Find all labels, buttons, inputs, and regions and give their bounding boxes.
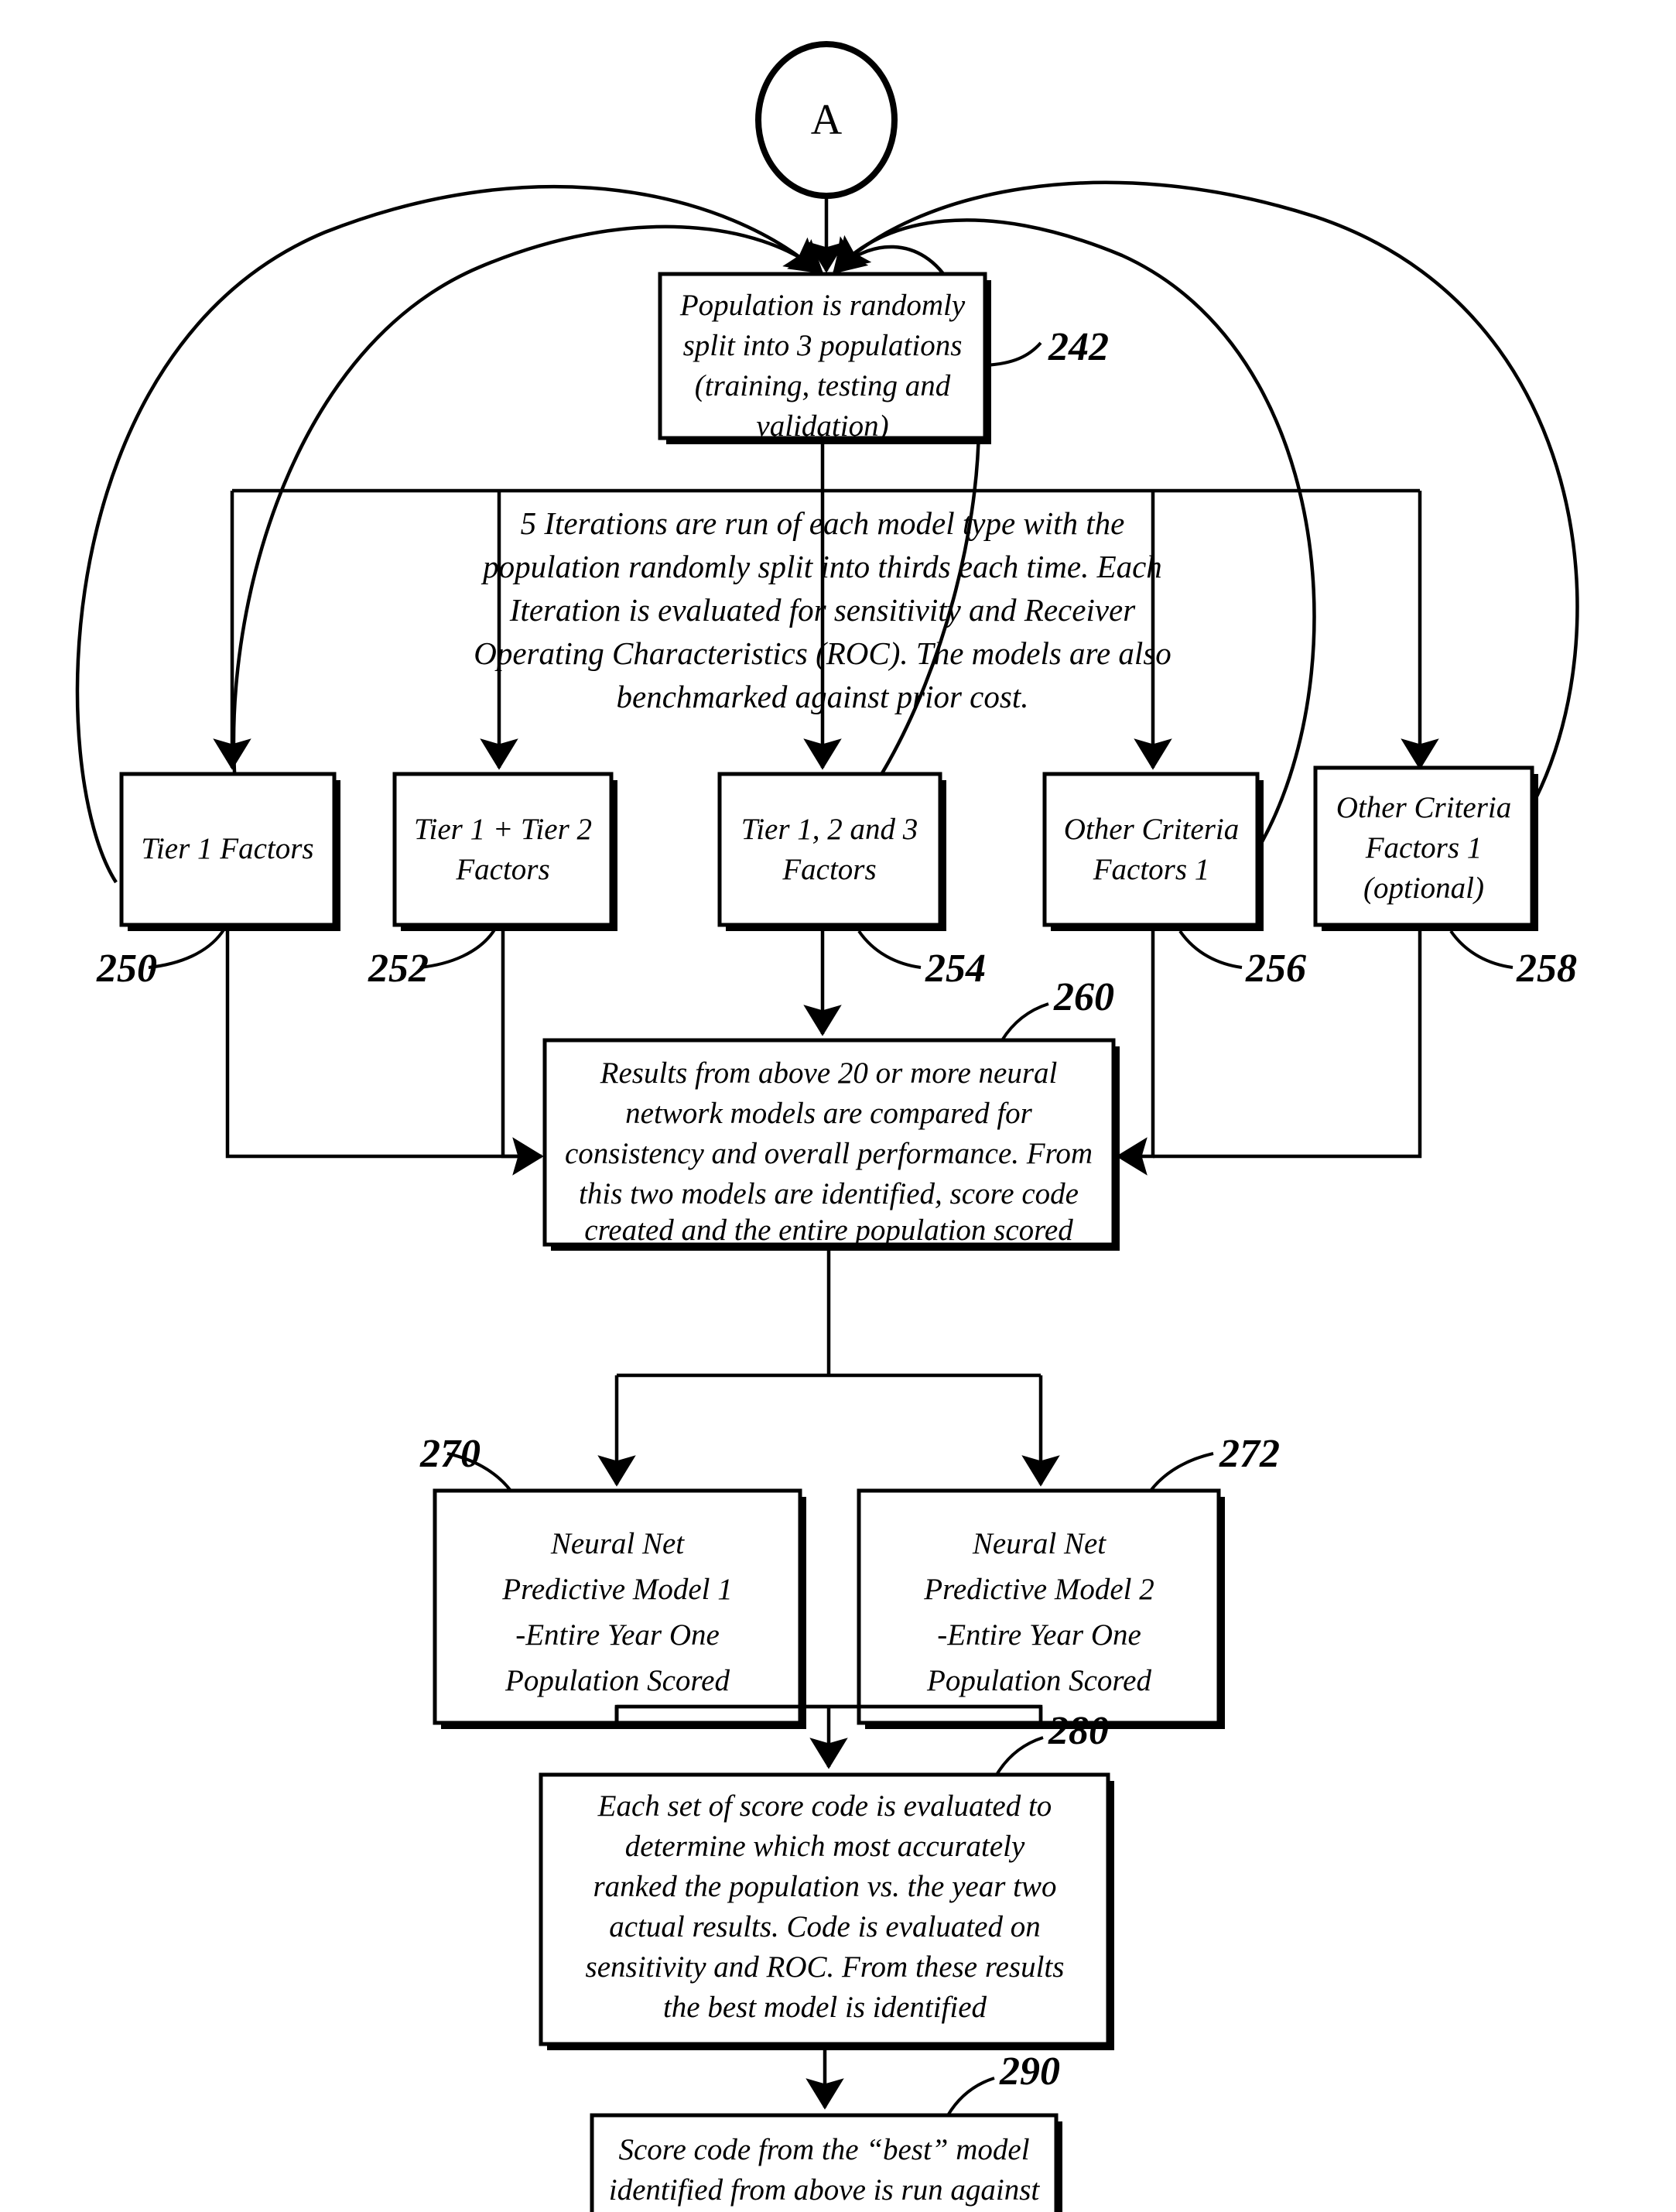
node-260-leader bbox=[1000, 1002, 1049, 1042]
node-270-line-2: -Entire Year One bbox=[515, 1618, 720, 1652]
connector-label: A bbox=[811, 96, 843, 144]
flowchart-diagram: A Population is randomly split into 3 po… bbox=[75, 41, 1579, 2212]
node-242: Population is randomly split into 3 popu… bbox=[658, 272, 1109, 444]
node-280-line-2: ranked the population vs. the year two bbox=[593, 1870, 1057, 1903]
iterations-note-line-3: Operating Characteristics (ROC). The mod… bbox=[474, 635, 1171, 671]
iterations-note-line-0: 5 Iterations are run of each model type … bbox=[521, 505, 1125, 541]
node-272-line-2: -Entire Year One bbox=[937, 1618, 1141, 1652]
node-250-line-0: Tier 1 Factors bbox=[141, 832, 313, 865]
node-258-refnum: 258 bbox=[1516, 947, 1577, 991]
node-280-refnum: 280 bbox=[1048, 1709, 1109, 1753]
node-280-line-3: actual results. Code is evaluated on bbox=[609, 1910, 1040, 1943]
node-258-leader bbox=[1449, 930, 1514, 969]
route-252-to-260 bbox=[501, 925, 542, 1159]
node-260-line-0: Results from above 20 or more neural bbox=[600, 1056, 1058, 1090]
iterations-note-line-1: population randomly split into thirds ea… bbox=[481, 549, 1162, 584]
node-270-refnum: 270 bbox=[419, 1432, 481, 1476]
iterations-note-line-2: Iteration is evaluated for sensitivity a… bbox=[509, 592, 1136, 628]
node-270-line-3: Population Scored bbox=[505, 1664, 730, 1697]
node-242-refnum: 242 bbox=[1048, 325, 1109, 369]
node-280-line-5: the best model is identified bbox=[663, 1991, 987, 2024]
node-242-leader bbox=[984, 341, 1042, 367]
node-256-refnum: 256 bbox=[1245, 947, 1306, 991]
node-256: Other Criteria Factors 1 256 bbox=[1042, 772, 1306, 991]
node-290-leader bbox=[946, 2077, 995, 2117]
node-256-leader bbox=[1178, 930, 1243, 969]
node-254: Tier 1, 2 and 3 Factors 254 bbox=[717, 772, 986, 991]
node-252-box bbox=[392, 772, 614, 927]
node-250: Tier 1 Factors 250 bbox=[96, 772, 340, 991]
node-252-refnum: 252 bbox=[368, 947, 429, 991]
iterations-note: 5 Iterations are run of each model type … bbox=[474, 505, 1171, 714]
node-272-line-0: Neural Net bbox=[972, 1527, 1107, 1560]
node-260-line-4: created and the entire population scored bbox=[584, 1214, 1073, 1247]
node-280-line-4: sensitivity and ROC. From these results bbox=[586, 1950, 1065, 1984]
node-258-line-1: Factors 1 bbox=[1365, 831, 1483, 865]
connector-a: A bbox=[755, 41, 898, 273]
node-290-refnum: 290 bbox=[999, 2049, 1060, 2094]
node-254-refnum: 254 bbox=[925, 947, 986, 991]
node-242-line-0: Population is randomly bbox=[679, 289, 966, 322]
node-254-line-1: Factors bbox=[782, 853, 876, 886]
node-270-line-1: Predictive Model 1 bbox=[501, 1573, 732, 1606]
node-260-line-3: this two models are identified, score co… bbox=[579, 1177, 1079, 1210]
node-242-line-1: split into 3 populations bbox=[683, 329, 963, 362]
node-256-box bbox=[1042, 772, 1260, 927]
node-256-line-1: Factors 1 bbox=[1093, 853, 1210, 886]
node-260-line-1: network models are compared for bbox=[625, 1097, 1033, 1130]
node-250-refnum: 250 bbox=[96, 947, 157, 991]
node-270-line-0: Neural Net bbox=[550, 1527, 685, 1560]
node-272-leader bbox=[1149, 1452, 1214, 1492]
node-254-box bbox=[717, 772, 942, 927]
node-260-refnum: 260 bbox=[1053, 975, 1114, 1019]
split-260-to-models bbox=[597, 1251, 1060, 1487]
node-260-line-2: consistency and overall performance. Fro… bbox=[565, 1137, 1093, 1170]
node-254-leader bbox=[857, 930, 922, 969]
node-250-leader bbox=[148, 927, 226, 969]
node-272-line-1: Predictive Model 2 bbox=[923, 1573, 1154, 1606]
node-258: Other Criteria Factors 1 (optional) 258 bbox=[1313, 765, 1577, 991]
node-242-line-3: validation) bbox=[756, 409, 888, 443]
node-258-line-0: Other Criteria bbox=[1336, 791, 1511, 824]
node-290-line-1: identified from above is run against bbox=[609, 2173, 1041, 2207]
node-272: Neural Net Predictive Model 2 -Entire Ye… bbox=[857, 1432, 1280, 1729]
node-254-line-0: Tier 1, 2 and 3 bbox=[741, 813, 918, 846]
node-272-refnum: 272 bbox=[1219, 1432, 1280, 1476]
node-270: Neural Net Predictive Model 1 -Entire Ye… bbox=[419, 1432, 806, 1729]
node-252-leader bbox=[419, 927, 497, 969]
node-272-line-3: Population Scored bbox=[926, 1664, 1151, 1697]
route-256-to-260 bbox=[1116, 925, 1155, 1176]
node-256-line-0: Other Criteria bbox=[1064, 813, 1239, 846]
node-280-line-1: determine which most accurately bbox=[625, 1830, 1025, 1863]
node-258-line-2: (optional) bbox=[1363, 871, 1484, 905]
node-252-line-0: Tier 1 + Tier 2 bbox=[414, 813, 592, 846]
node-280-leader bbox=[995, 1736, 1044, 1776]
node-252: Tier 1 + Tier 2 Factors 252 bbox=[368, 772, 617, 991]
patent-figure: A Population is randomly split into 3 po… bbox=[0, 0, 1676, 2212]
node-252-line-1: Factors bbox=[455, 853, 549, 886]
node-260: Results from above 20 or more neural net… bbox=[542, 975, 1120, 1251]
node-242-line-2: (training, testing and bbox=[695, 369, 951, 402]
node-280-line-0: Each set of score code is evaluated to bbox=[597, 1789, 1052, 1823]
node-290: Score code from the “best” model identif… bbox=[590, 2049, 1062, 2212]
node-290-line-0: Score code from the “best” model bbox=[618, 2133, 1029, 2166]
iterations-note-line-4: benchmarked against prior cost. bbox=[617, 679, 1029, 714]
